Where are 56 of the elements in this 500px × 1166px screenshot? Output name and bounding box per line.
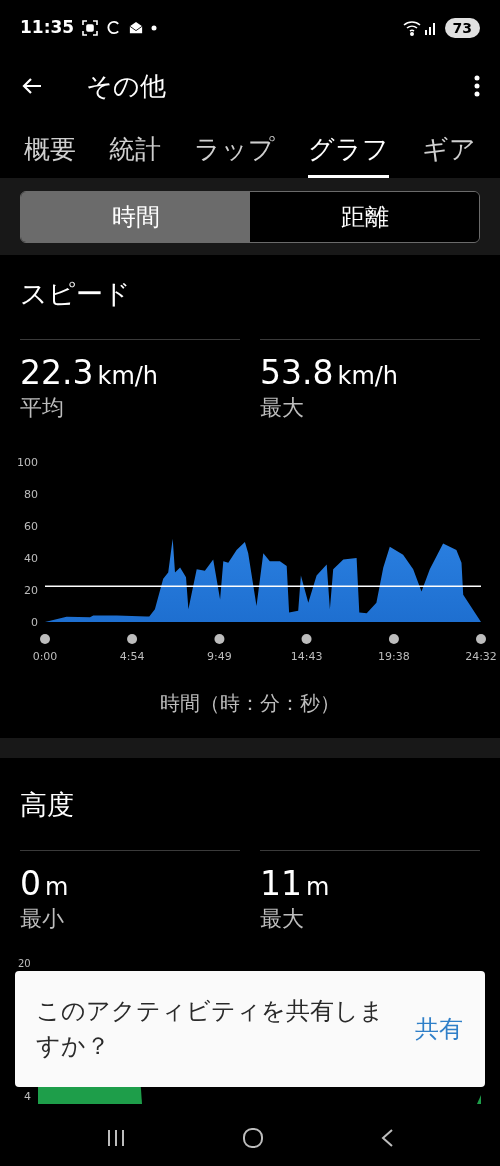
stat-value: 53.8 [260, 351, 334, 393]
altitude-area [477, 1094, 481, 1104]
y-tick-label: 100 [17, 456, 38, 470]
wifi-icon [402, 19, 421, 36]
stat-label: 平均 [20, 393, 65, 422]
screenshot-icon [82, 19, 99, 36]
section-title: 高度 [20, 788, 75, 822]
clock: 11:35 [20, 15, 75, 39]
x-tick-label: 0:00 [32, 650, 58, 664]
y-tick-label: 0 [31, 616, 38, 630]
x-tick-label: 19:38 [378, 650, 410, 664]
segment-button[interactable]: 距離 [250, 191, 479, 242]
signal-icon [424, 20, 437, 35]
y-tick-label: 20 [18, 957, 31, 969]
x-tick-dot [388, 634, 399, 645]
segment-button[interactable]: 時間 [21, 191, 250, 242]
x-tick-label: 14:43 [290, 650, 323, 664]
x-tick-dot [214, 634, 225, 645]
x-tick-dot [127, 634, 138, 645]
notification-dot-icon [151, 24, 158, 31]
stat-label: 最大 [260, 393, 305, 422]
tab[interactable]: 概要 [24, 130, 76, 178]
stat-label: 最小 [20, 905, 65, 933]
mail-icon [129, 20, 144, 35]
stat-value: 0 [20, 863, 41, 905]
x-tick-dot [476, 634, 486, 645]
stat-unit: m [306, 872, 330, 903]
stat-value: 11 [260, 863, 302, 905]
x-tick-label: 4:54 [119, 650, 145, 664]
page-title: その他 [86, 69, 166, 103]
tab[interactable]: 統計 [109, 130, 161, 178]
tab[interactable]: ラップ [194, 130, 275, 178]
share-message: このアクティビティを共有しますか？ [36, 996, 385, 1062]
y-tick-label: 80 [24, 488, 38, 502]
home-icon[interactable] [242, 1127, 264, 1149]
x-tick-dot [40, 634, 50, 645]
share-button[interactable]: 共有 [415, 1011, 463, 1047]
x-tick-label: 9:49 [207, 650, 232, 664]
back-icon[interactable] [380, 1128, 394, 1148]
section-title: スピード [20, 277, 132, 311]
y-tick-label: 60 [24, 520, 38, 534]
recent-apps-icon[interactable] [106, 1128, 126, 1148]
stat-value: 22.3 [20, 351, 94, 393]
y-tick-label: 20 [24, 584, 38, 598]
x-tick-label: 24:32 [465, 650, 497, 664]
more-options-icon[interactable] [474, 75, 480, 97]
x-tick-dot [301, 634, 312, 645]
stat-unit: km/h [97, 360, 159, 392]
y-tick-label: 40 [24, 552, 38, 566]
x-axis-title: 時間（時：分：秒） [160, 690, 340, 718]
y-tick-label: 4 [24, 1089, 31, 1103]
stat-unit: m [45, 872, 69, 903]
stat-unit: km/h [337, 360, 399, 392]
stat-label: 最大 [260, 905, 305, 933]
tab[interactable]: ギア [422, 130, 476, 178]
battery-indicator: 73 [444, 17, 480, 38]
